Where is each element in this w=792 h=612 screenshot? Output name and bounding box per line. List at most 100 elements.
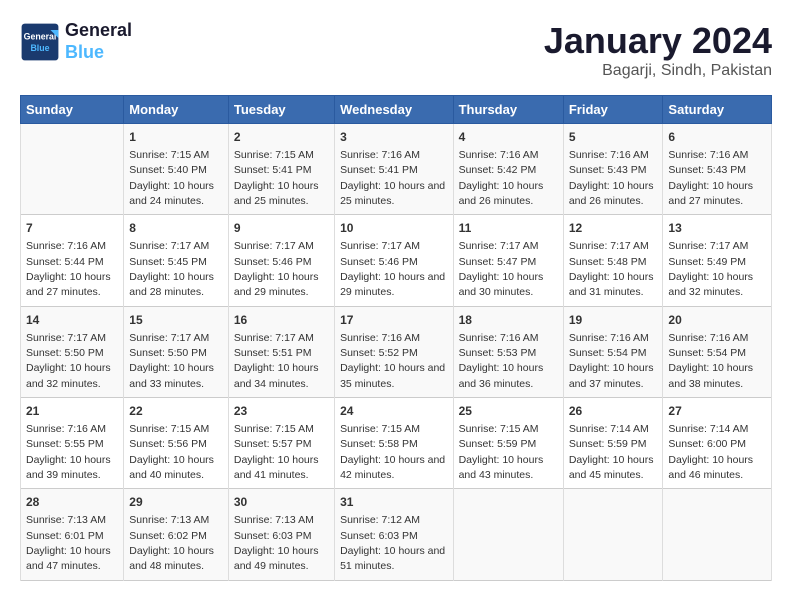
day-cell — [663, 489, 772, 580]
day-info: Sunrise: 7:16 AMSunset: 5:54 PMDaylight:… — [668, 332, 753, 390]
day-info: Sunrise: 7:17 AMSunset: 5:45 PMDaylight:… — [129, 240, 214, 298]
day-cell: 19Sunrise: 7:16 AMSunset: 5:54 PMDayligh… — [563, 306, 663, 397]
day-cell: 20 Sunrise: 7:16 AMSunset: 5:54 PMDayligh… — [663, 306, 772, 397]
day-cell: 6 Sunrise: 7:16 AMSunset: 5:43 PMDaylight… — [663, 124, 772, 215]
day-number: 23 — [234, 403, 329, 420]
day-cell: 16 Sunrise: 7:17 AMSunset: 5:51 PMDayligh… — [228, 306, 334, 397]
day-info: Sunrise: 7:16 AMSunset: 5:42 PMDaylight:… — [459, 149, 544, 207]
day-info: Sunrise: 7:17 AMSunset: 5:48 PMDaylight:… — [569, 240, 654, 298]
calendar-table: SundayMondayTuesdayWednesdayThursdayFrid… — [20, 95, 772, 581]
day-cell — [563, 489, 663, 580]
day-number: 11 — [459, 220, 558, 237]
day-number: 30 — [234, 494, 329, 511]
logo: General Blue General Blue — [20, 20, 132, 63]
day-info: Sunrise: 7:12 AMSunset: 6:03 PMDaylight:… — [340, 514, 445, 572]
logo-line2: Blue — [65, 42, 132, 64]
day-info: Sunrise: 7:14 AMSunset: 5:59 PMDaylight:… — [569, 423, 654, 481]
day-number: 17 — [340, 312, 447, 329]
weekday-header-row: SundayMondayTuesdayWednesdayThursdayFrid… — [21, 96, 772, 124]
day-info: Sunrise: 7:16 AMSunset: 5:52 PMDaylight:… — [340, 332, 445, 390]
day-number: 2 — [234, 129, 329, 146]
day-number: 29 — [129, 494, 223, 511]
location: Bagarji, Sindh, Pakistan — [544, 62, 772, 80]
day-cell: 27 Sunrise: 7:14 AMSunset: 6:00 PMDayligh… — [663, 398, 772, 489]
day-number: 6 — [668, 129, 766, 146]
day-info: Sunrise: 7:13 AMSunset: 6:02 PMDaylight:… — [129, 514, 214, 572]
weekday-header-saturday: Saturday — [663, 96, 772, 124]
page-header: General Blue General Blue January 2024 B… — [20, 20, 772, 80]
day-cell: 21 Sunrise: 7:16 AMSunset: 5:55 PMDayligh… — [21, 398, 124, 489]
day-number: 21 — [26, 403, 118, 420]
day-cell: 8 Sunrise: 7:17 AMSunset: 5:45 PMDaylight… — [124, 215, 229, 306]
day-cell — [453, 489, 563, 580]
day-info: Sunrise: 7:17 AMSunset: 5:49 PMDaylight:… — [668, 240, 753, 298]
day-info: Sunrise: 7:14 AMSunset: 6:00 PMDaylight:… — [668, 423, 753, 481]
month-year: January 2024 — [544, 20, 772, 62]
day-info: Sunrise: 7:17 AMSunset: 5:46 PMDaylight:… — [234, 240, 319, 298]
day-cell: 12Sunrise: 7:17 AMSunset: 5:48 PMDayligh… — [563, 215, 663, 306]
weekday-header-tuesday: Tuesday — [228, 96, 334, 124]
day-info: Sunrise: 7:15 AMSunset: 5:59 PMDaylight:… — [459, 423, 544, 481]
day-info: Sunrise: 7:17 AMSunset: 5:46 PMDaylight:… — [340, 240, 445, 298]
week-row-2: 7 Sunrise: 7:16 AMSunset: 5:44 PMDaylight… — [21, 215, 772, 306]
day-info: Sunrise: 7:17 AMSunset: 5:47 PMDaylight:… — [459, 240, 544, 298]
day-number: 27 — [668, 403, 766, 420]
day-cell: 1Sunrise: 7:15 AMSunset: 5:40 PMDaylight… — [124, 124, 229, 215]
day-info: Sunrise: 7:15 AMSunset: 5:58 PMDaylight:… — [340, 423, 445, 481]
day-number: 5 — [569, 129, 658, 146]
day-info: Sunrise: 7:16 AMSunset: 5:43 PMDaylight:… — [569, 149, 654, 207]
day-info: Sunrise: 7:17 AMSunset: 5:50 PMDaylight:… — [26, 332, 111, 390]
day-info: Sunrise: 7:16 AMSunset: 5:43 PMDaylight:… — [668, 149, 753, 207]
week-row-1: 1Sunrise: 7:15 AMSunset: 5:40 PMDaylight… — [21, 124, 772, 215]
day-number: 24 — [340, 403, 447, 420]
week-row-4: 21 Sunrise: 7:16 AMSunset: 5:55 PMDayligh… — [21, 398, 772, 489]
day-cell — [21, 124, 124, 215]
day-info: Sunrise: 7:15 AMSunset: 5:57 PMDaylight:… — [234, 423, 319, 481]
weekday-header-monday: Monday — [124, 96, 229, 124]
title-block: January 2024 Bagarji, Sindh, Pakistan — [544, 20, 772, 80]
weekday-header-thursday: Thursday — [453, 96, 563, 124]
day-info: Sunrise: 7:15 AMSunset: 5:56 PMDaylight:… — [129, 423, 214, 481]
day-info: Sunrise: 7:15 AMSunset: 5:40 PMDaylight:… — [129, 149, 214, 207]
day-number: 7 — [26, 220, 118, 237]
day-number: 26 — [569, 403, 658, 420]
day-cell: 13Sunrise: 7:17 AMSunset: 5:49 PMDayligh… — [663, 215, 772, 306]
svg-text:Blue: Blue — [30, 42, 49, 52]
day-number: 28 — [26, 494, 118, 511]
day-number: 15 — [129, 312, 223, 329]
day-number: 9 — [234, 220, 329, 237]
day-number: 20 — [668, 312, 766, 329]
day-cell: 31Sunrise: 7:12 AMSunset: 6:03 PMDayligh… — [335, 489, 453, 580]
day-cell: 4 Sunrise: 7:16 AMSunset: 5:42 PMDaylight… — [453, 124, 563, 215]
day-info: Sunrise: 7:16 AMSunset: 5:41 PMDaylight:… — [340, 149, 445, 207]
day-info: Sunrise: 7:17 AMSunset: 5:51 PMDaylight:… — [234, 332, 319, 390]
logo-text: General Blue — [65, 20, 132, 63]
day-cell: 7 Sunrise: 7:16 AMSunset: 5:44 PMDaylight… — [21, 215, 124, 306]
day-cell: 22 Sunrise: 7:15 AMSunset: 5:56 PMDayligh… — [124, 398, 229, 489]
day-cell: 18Sunrise: 7:16 AMSunset: 5:53 PMDayligh… — [453, 306, 563, 397]
day-number: 10 — [340, 220, 447, 237]
day-info: Sunrise: 7:13 AMSunset: 6:03 PMDaylight:… — [234, 514, 319, 572]
day-number: 8 — [129, 220, 223, 237]
day-number: 14 — [26, 312, 118, 329]
day-number: 18 — [459, 312, 558, 329]
svg-text:General: General — [24, 31, 57, 41]
day-number: 25 — [459, 403, 558, 420]
week-row-3: 14 Sunrise: 7:17 AMSunset: 5:50 PMDayligh… — [21, 306, 772, 397]
day-number: 3 — [340, 129, 447, 146]
day-number: 4 — [459, 129, 558, 146]
day-info: Sunrise: 7:16 AMSunset: 5:44 PMDaylight:… — [26, 240, 111, 298]
logo-line1: General — [65, 20, 132, 42]
day-cell: 17 Sunrise: 7:16 AMSunset: 5:52 PMDayligh… — [335, 306, 453, 397]
week-row-5: 28Sunrise: 7:13 AMSunset: 6:01 PMDayligh… — [21, 489, 772, 580]
day-cell: 28Sunrise: 7:13 AMSunset: 6:01 PMDayligh… — [21, 489, 124, 580]
day-cell: 29 Sunrise: 7:13 AMSunset: 6:02 PMDayligh… — [124, 489, 229, 580]
day-info: Sunrise: 7:15 AMSunset: 5:41 PMDaylight:… — [234, 149, 319, 207]
day-number: 22 — [129, 403, 223, 420]
day-cell: 3 Sunrise: 7:16 AMSunset: 5:41 PMDaylight… — [335, 124, 453, 215]
day-info: Sunrise: 7:16 AMSunset: 5:55 PMDaylight:… — [26, 423, 111, 481]
day-cell: 26 Sunrise: 7:14 AMSunset: 5:59 PMDayligh… — [563, 398, 663, 489]
day-number: 16 — [234, 312, 329, 329]
day-cell: 15Sunrise: 7:17 AMSunset: 5:50 PMDayligh… — [124, 306, 229, 397]
day-cell: 9 Sunrise: 7:17 AMSunset: 5:46 PMDaylight… — [228, 215, 334, 306]
